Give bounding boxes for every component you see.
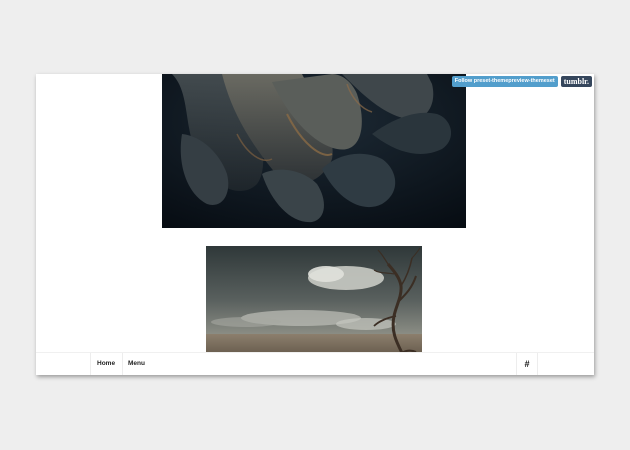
tumblr-controls: Follow preset-themepreview-themeset tumb…: [451, 76, 592, 87]
follow-button[interactable]: Follow preset-themepreview-themeset: [451, 76, 558, 87]
tree-photo-image: [206, 246, 422, 353]
theme-preview-frame: Follow preset-themepreview-themeset tumb…: [36, 74, 594, 375]
nav-divider: [122, 353, 123, 375]
nav-menu-link[interactable]: Menu: [128, 353, 145, 375]
nav-home-link[interactable]: Home: [97, 353, 115, 375]
photo-post-flower[interactable]: [162, 74, 466, 228]
flower-photo-image: [162, 74, 466, 228]
bottom-navigation: Home Menu #: [36, 352, 594, 375]
nav-divider: [90, 353, 91, 375]
hash-link[interactable]: #: [517, 353, 537, 375]
nav-divider: [537, 353, 538, 375]
tumblr-logo-button[interactable]: tumblr.: [560, 76, 592, 87]
photo-post-tree[interactable]: [206, 246, 422, 353]
